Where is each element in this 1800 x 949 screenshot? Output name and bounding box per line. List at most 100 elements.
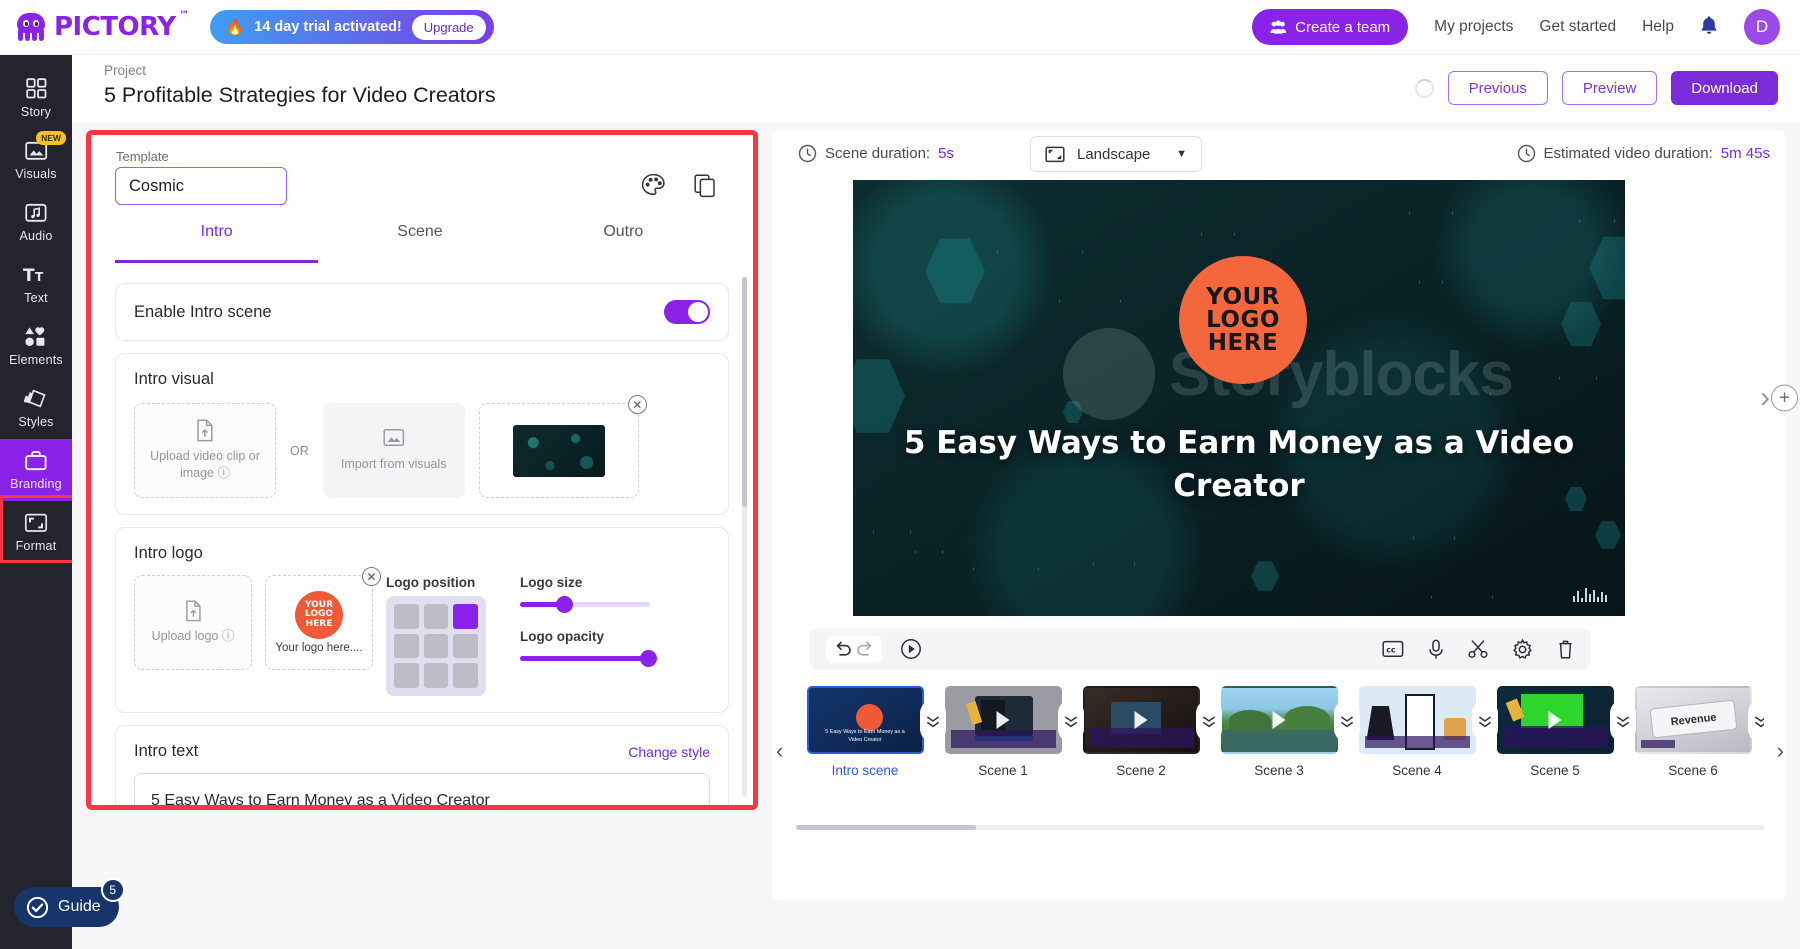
list-item[interactable]: Scene 1	[934, 686, 1084, 816]
create-team-button[interactable]: Create a team	[1252, 9, 1409, 45]
position-cell-6[interactable]	[394, 663, 419, 688]
estimated-duration-value: 5m 45s	[1720, 145, 1770, 162]
position-cell-1[interactable]	[423, 604, 449, 629]
sidebar-item-visuals[interactable]: NEW Visuals	[0, 129, 72, 191]
previous-button[interactable]: Previous	[1447, 71, 1548, 105]
template-select[interactable]: Cosmic	[115, 167, 287, 205]
enable-intro-toggle[interactable]	[664, 300, 710, 324]
position-cell-3[interactable]	[394, 633, 419, 659]
filmstrip-next-arrow[interactable]: ›	[1777, 738, 1784, 764]
selected-logo-thumbnail[interactable]: ✕ YOUR LOGO HERE Your logo here....	[265, 567, 381, 670]
list-item[interactable]: Scene 3	[1210, 686, 1360, 816]
remove-intro-visual-button[interactable]: ✕	[627, 395, 647, 414]
position-cell-2[interactable]	[453, 604, 478, 629]
nav-help[interactable]: Help	[1642, 18, 1674, 36]
page-title[interactable]: 5 Profitable Strategies for Video Creato…	[104, 83, 496, 108]
list-item[interactable]: Revenue Scene 6	[1624, 686, 1764, 816]
template-label: Template	[116, 149, 169, 164]
import-from-visuals-button[interactable]: Import from visuals	[322, 403, 465, 498]
scene-transition-button[interactable]	[1472, 700, 1498, 742]
trash-icon[interactable]	[1557, 639, 1574, 660]
tab-intro[interactable]: Intro	[115, 223, 319, 263]
sidebar-item-text[interactable]: T T Text	[0, 253, 72, 315]
sidebar-item-styles[interactable]: Styles	[0, 377, 72, 439]
gear-icon[interactable]	[1512, 638, 1533, 660]
filmstrip-scrollbar[interactable]	[796, 825, 1764, 830]
nav-my-projects[interactable]: My projects	[1434, 18, 1513, 36]
sidebar-item-format[interactable]: Format	[0, 501, 72, 563]
list-item[interactable]: Scene 4	[1348, 686, 1498, 816]
download-button[interactable]: Download	[1671, 71, 1778, 105]
help-icon[interactable]: ⓘ	[218, 466, 231, 480]
sidebar-item-story[interactable]: Story	[0, 67, 72, 129]
sidebar-label-visuals: Visuals	[15, 166, 57, 181]
styles-icon	[24, 388, 48, 410]
position-cell-5[interactable]	[453, 633, 478, 659]
change-style-link[interactable]: Change style	[628, 744, 710, 760]
logo-size-label: Logo size	[520, 575, 583, 590]
upload-logo-dropzone[interactable]: Upload logo ⓘ	[134, 575, 252, 670]
scene-transition-button[interactable]	[1196, 700, 1222, 742]
scene-transition-button[interactable]	[1748, 700, 1764, 742]
upload-label: Upload video clip or image ⓘ	[150, 449, 260, 480]
logo-size-slider[interactable]	[520, 596, 650, 613]
position-cell-7[interactable]	[423, 663, 449, 688]
logo-position-grid[interactable]	[386, 596, 486, 696]
video-title-overlay[interactable]: 5 Easy Ways to Earn Money as a Video Cre…	[901, 422, 1577, 508]
closed-caption-icon[interactable]: cc	[1382, 640, 1404, 658]
position-cell-4[interactable]	[423, 633, 449, 659]
sidebar-item-audio[interactable]: Audio	[0, 191, 72, 253]
upload-video-or-image-dropzone[interactable]: Upload video clip or image ⓘ	[134, 403, 276, 498]
tab-scene[interactable]: Scene	[318, 223, 521, 263]
selected-intro-visual[interactable]: ✕	[478, 395, 647, 498]
next-scene-arrow[interactable]: ›	[1760, 381, 1770, 415]
tab-outro[interactable]: Outro	[522, 223, 725, 263]
add-scene-button[interactable]: +	[1771, 384, 1798, 412]
filmstrip-prev-arrow[interactable]: ‹	[776, 738, 783, 764]
aspect-ratio-select[interactable]: Landscape ▼	[1030, 136, 1202, 172]
copy-icon[interactable]	[694, 173, 717, 203]
scene-thumbnail[interactable]: 5 Easy Ways to Earn Money as a Video Cre…	[806, 686, 924, 754]
scene-transition-button[interactable]	[1334, 700, 1360, 742]
sidebar-item-elements[interactable]: Elements	[0, 315, 72, 377]
intro-text-input[interactable]: 5 Easy Ways to Earn Money as a Video Cre…	[134, 773, 710, 805]
filmstrip-track: 👁 5 Easy Ways to Earn Money as a Video C…	[796, 686, 1764, 816]
undo-icon[interactable]	[833, 641, 852, 658]
panel-scrollbar[interactable]	[742, 277, 747, 797]
pictory-logo[interactable]: PICTORY ™	[14, 10, 189, 42]
shapes-icon	[24, 326, 48, 348]
redo-icon[interactable]	[856, 641, 875, 658]
position-cell-0[interactable]	[394, 604, 419, 629]
briefcase-icon	[24, 450, 48, 472]
list-item[interactable]: Scene 5	[1486, 686, 1636, 816]
video-logo-overlay[interactable]: YOUR LOGO HERE	[1179, 256, 1307, 384]
user-avatar[interactable]: D	[1744, 9, 1780, 45]
position-cell-8[interactable]	[453, 663, 478, 688]
video-preview-canvas[interactable]: Storyblocks YOUR LOGO HERE 5 Easy Ways t…	[853, 180, 1625, 616]
scene-transition-button[interactable]	[1610, 700, 1636, 742]
scissors-icon[interactable]	[1468, 639, 1488, 659]
remove-logo-button[interactable]: ✕	[362, 567, 381, 586]
tab-outro-label: Outro	[603, 223, 644, 240]
logo-opacity-slider[interactable]	[520, 650, 657, 667]
intro-text-value: 5 Easy Ways to Earn Money as a Video Cre…	[151, 792, 490, 805]
help-icon[interactable]: ⓘ	[222, 629, 235, 643]
scene-thumbnail[interactable]: Revenue	[1634, 686, 1752, 754]
nav-get-started[interactable]: Get started	[1539, 18, 1616, 36]
sidebar-label-story: Story	[20, 104, 52, 119]
upgrade-button[interactable]: Upgrade	[411, 14, 486, 40]
upload-file-icon	[197, 419, 213, 442]
list-item[interactable]: Scene 2	[1072, 686, 1222, 816]
sidebar-item-branding[interactable]: Branding	[0, 439, 72, 501]
scene-thumbnail[interactable]	[1358, 686, 1476, 754]
preview-button[interactable]: Preview	[1561, 71, 1658, 105]
notifications-bell-icon[interactable]	[1700, 15, 1718, 40]
microphone-icon[interactable]	[1428, 639, 1444, 660]
guide-button[interactable]: Guide 5	[14, 878, 125, 927]
play-icon[interactable]	[900, 638, 922, 660]
palette-icon[interactable]	[641, 173, 666, 203]
scene-transition-button[interactable]	[1058, 700, 1084, 742]
scene-transition-button[interactable]	[920, 700, 946, 742]
list-item[interactable]: 👁 5 Easy Ways to Earn Money as a Video C…	[796, 686, 946, 816]
music-icon	[25, 202, 47, 224]
